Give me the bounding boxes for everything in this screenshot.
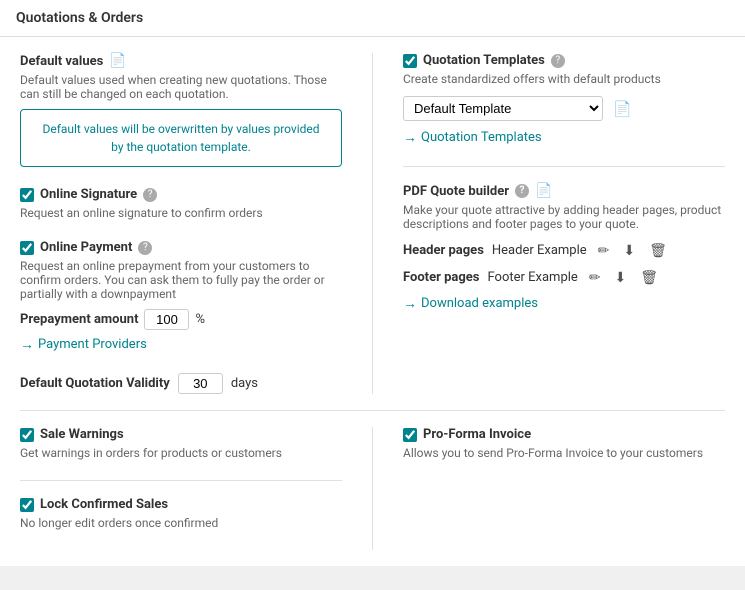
online-payment-checkbox[interactable] [20, 241, 34, 255]
online-signature-help-icon[interactable]: ? [143, 188, 157, 202]
online-payment-row: Online Payment ? [20, 240, 342, 255]
right-divider [403, 166, 725, 167]
online-payment-label: Online Payment [40, 240, 132, 255]
header-edit-btn[interactable]: ✏ [595, 241, 613, 260]
online-payment-desc: Request an online prepayment from your c… [20, 259, 342, 301]
validity-input[interactable] [178, 373, 223, 394]
footer-pages-row: Footer pages Footer Example ✏ ⬇ 🗑 [403, 268, 725, 287]
proforma-row: Pro-Forma Invoice [403, 427, 725, 442]
download-arrow-icon: → [403, 295, 417, 312]
payment-providers-link[interactable]: Payment Providers [38, 337, 147, 352]
default-values-title: Default values 📄 [20, 53, 342, 69]
pdf-builder-section: PDF Quote builder ? 📄 Make your quote at… [403, 183, 725, 312]
pdf-builder-help-icon[interactable]: ? [515, 184, 529, 198]
quotation-templates-row: Quotation Templates ? [403, 53, 725, 68]
online-signature-row: Online Signature ? [20, 187, 342, 202]
pdf-doc-icon: 📄 [535, 183, 552, 199]
left-column: Default values 📄 Default values used whe… [20, 53, 373, 394]
quotation-templates-checkbox[interactable] [403, 54, 417, 68]
lock-sales-checkbox[interactable] [20, 498, 34, 512]
prepay-input[interactable] [144, 309, 189, 330]
doc-icon: 📄 [109, 53, 126, 69]
online-signature-label: Online Signature [40, 187, 137, 202]
download-examples-link[interactable]: Download examples [421, 296, 538, 311]
validity-row: Default Quotation Validity days [20, 373, 342, 394]
sale-warnings-desc: Get warnings in orders for products or c… [20, 446, 342, 460]
page-header: Quotations & Orders [0, 0, 745, 37]
header-download-btn[interactable]: ⬇ [620, 241, 638, 260]
footer-pages-value: Footer Example [487, 270, 577, 285]
online-signature-checkbox[interactable] [20, 188, 34, 202]
sale-warnings-row: Sale Warnings [20, 427, 342, 442]
quotation-templates-desc: Create standardized offers with default … [403, 72, 725, 86]
validity-label: Default Quotation Validity [20, 376, 170, 391]
online-signature-desc: Request an online signature to confirm o… [20, 206, 342, 220]
quotation-templates-link[interactable]: Quotation Templates [421, 130, 542, 145]
right-column: Quotation Templates ? Create standardize… [373, 53, 725, 394]
online-payment-help-icon[interactable]: ? [138, 241, 152, 255]
prepay-unit: % [195, 312, 205, 327]
download-examples-link-row: → Download examples [403, 295, 725, 312]
footer-delete-btn[interactable]: 🗑 [637, 268, 661, 287]
proforma-section: Pro-Forma Invoice Allows you to send Pro… [403, 427, 725, 460]
quotation-templates-help-icon[interactable]: ? [551, 54, 565, 68]
header-pages-row: Header pages Header Example ✏ ⬇ 🗑 [403, 241, 725, 260]
quotation-templates-title: Quotation Templates [423, 53, 545, 68]
sale-warnings-label: Sale Warnings [40, 427, 124, 442]
footer-edit-btn[interactable]: ✏ [586, 268, 604, 287]
content-area: Default values 📄 Default values used whe… [0, 37, 745, 566]
lock-sales-row: Lock Confirmed Sales [20, 497, 342, 512]
info-box: Default values will be overwritten by va… [20, 109, 342, 167]
template-edit-btn[interactable]: 📄 [609, 98, 636, 120]
header-pages-value: Header Example [492, 243, 587, 258]
prepay-label: Prepayment amount [20, 312, 138, 327]
quotation-templates-link-row: → Quotation Templates [403, 129, 725, 146]
header-pages-label: Header pages [403, 243, 484, 258]
header-delete-btn[interactable]: 🗑 [646, 241, 670, 260]
sale-warnings-checkbox[interactable] [20, 428, 34, 442]
lock-sales-desc: No longer edit orders once confirmed [20, 516, 342, 530]
prepay-row: Prepayment amount % [20, 309, 342, 330]
bottom-divider [20, 410, 725, 411]
validity-unit: days [231, 376, 258, 391]
template-select-row: Default Template 📄 [403, 96, 725, 121]
footer-download-btn[interactable]: ⬇ [612, 268, 630, 287]
bottom-left-column: Sale Warnings Get warnings in orders for… [20, 427, 373, 550]
pdf-builder-desc: Make your quote attractive by adding hea… [403, 203, 725, 231]
template-select[interactable]: Default Template [403, 96, 603, 121]
online-signature-section: Online Signature ? Request an online sig… [20, 187, 342, 220]
online-payment-section: Online Payment ? Request an online prepa… [20, 240, 342, 353]
left-sub-divider [20, 480, 342, 481]
pdf-builder-title: PDF Quote builder ? 📄 [403, 183, 725, 199]
default-values-desc: Default values used when creating new qu… [20, 73, 342, 101]
sale-warnings-section: Sale Warnings Get warnings in orders for… [20, 427, 342, 460]
payment-arrow-icon: → [20, 336, 34, 353]
proforma-checkbox[interactable] [403, 428, 417, 442]
page-title: Quotations & Orders [16, 10, 143, 26]
quotation-templates-arrow-icon: → [403, 129, 417, 146]
proforma-label: Pro-Forma Invoice [423, 427, 531, 442]
main-two-col: Default values 📄 Default values used whe… [20, 53, 725, 394]
quotation-templates-section: Quotation Templates ? Create standardize… [403, 53, 725, 146]
lock-sales-label: Lock Confirmed Sales [40, 497, 168, 512]
payment-providers-link-row: → Payment Providers [20, 336, 342, 353]
proforma-desc: Allows you to send Pro-Forma Invoice to … [403, 446, 725, 460]
bottom-right-column: Pro-Forma Invoice Allows you to send Pro… [373, 427, 725, 550]
lock-sales-section: Lock Confirmed Sales No longer edit orde… [20, 497, 342, 530]
default-values-section: Default values 📄 Default values used whe… [20, 53, 342, 167]
bottom-two-col: Sale Warnings Get warnings in orders for… [20, 427, 725, 550]
footer-pages-label: Footer pages [403, 270, 479, 285]
